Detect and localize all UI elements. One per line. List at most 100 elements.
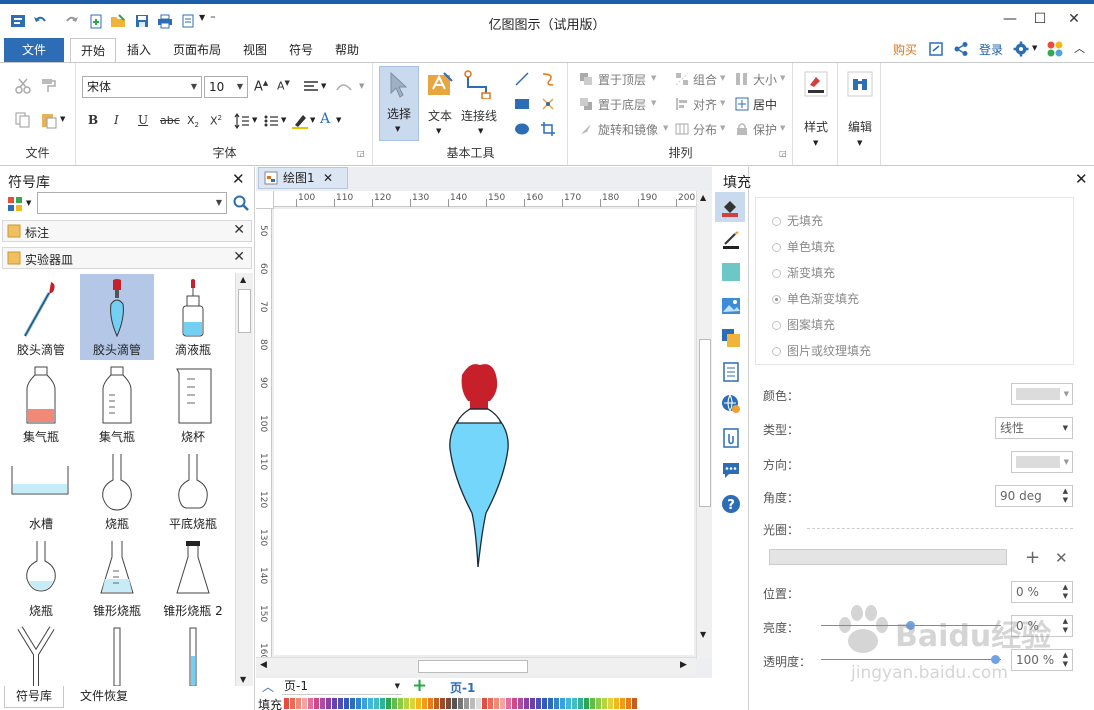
image-icon[interactable] [721,296,741,316]
color-swatch[interactable] [476,698,481,709]
close-category-button[interactable]: ✕ [233,249,245,265]
color-swatch[interactable] [620,698,625,709]
bring-front-button[interactable]: 置于顶层 [598,71,646,88]
paste-icon[interactable] [40,111,58,129]
close-document-button[interactable]: ✕ [323,168,333,188]
color-swatch[interactable] [296,698,301,709]
color-swatch[interactable] [548,698,553,709]
symbol-gas-bottle-1[interactable]: 集气瓶 [4,361,78,447]
connector-label[interactable]: 连接线 [461,107,497,124]
maximize-button[interactable]: ☐ [1030,11,1050,29]
font-name-select[interactable]: 宋体 ▼ [82,76,202,98]
tab-page-layout[interactable]: 页面布局 [163,38,231,62]
close-fill-panel-button[interactable]: ✕ [1075,170,1088,188]
color-swatch[interactable] [410,698,415,709]
strikethrough-button[interactable]: abc [160,114,180,127]
symbol-conical-flask-2[interactable]: 锥形烧瓶 2 [156,535,230,621]
help-icon[interactable]: ? [721,494,741,514]
color-swatch[interactable] [584,698,589,709]
color-swatch[interactable] [308,698,313,709]
symbol-flat-flask[interactable]: 平底烧瓶 [156,448,230,534]
text-dropdown-icon[interactable]: ▼ [436,127,441,135]
library-category-annotation[interactable]: 标注 ✕ [2,220,252,242]
symbol-water-trough[interactable]: 水槽 [4,448,78,534]
color-swatch[interactable] [374,698,379,709]
color-swatch[interactable] [302,698,307,709]
library-grid-icon[interactable] [7,196,23,212]
buy-link[interactable]: 购买 [893,41,917,58]
send-back-dropdown-icon[interactable]: ▼ [651,99,656,107]
brightness-spinner[interactable]: 0 % ▲ ▼ [1011,615,1073,637]
minimize-button[interactable]: — [1000,11,1020,29]
protect-button[interactable]: 保护 [753,121,777,138]
transparency-slider-handle[interactable] [991,655,1000,664]
text-tool-icon[interactable] [426,71,454,97]
hyperlink-icon[interactable] [721,394,741,414]
option-pattern-fill[interactable]: 图案填充 [772,316,835,333]
align-dropdown-icon[interactable]: ▼ [720,99,725,107]
color-swatch[interactable] [344,698,349,709]
color-swatch[interactable] [416,698,421,709]
canvas-horizontal-scrollbar[interactable]: ◀ ▶ [256,657,696,675]
color-swatch[interactable] [320,698,325,709]
color-swatch[interactable] [440,698,445,709]
symbol-dropping-bottle[interactable]: 滴液瓶 [156,274,230,360]
symbol-flask-liquid[interactable]: 烧瓶 [4,535,78,621]
color-swatch[interactable] [368,698,373,709]
bullet-dropdown-icon[interactable]: ▼ [281,116,286,124]
symbol-dropper-1[interactable]: 胶头滴管 [4,274,78,360]
rotate-mirror-button[interactable]: 旋转和镜像 [598,121,658,138]
color-swatch[interactable] [578,698,583,709]
scroll-down-icon[interactable]: ▼ [700,630,706,639]
color-swatch[interactable] [566,698,571,709]
scroll-left-icon[interactable]: ◀ [260,660,267,670]
connector-icon[interactable] [464,69,494,99]
font-dialog-launcher-icon[interactable]: ◲ [357,149,365,158]
edit-dropdown-icon[interactable]: ▼ [857,139,862,147]
distribute-button[interactable]: 分布 [693,121,717,138]
close-category-button[interactable]: ✕ [233,222,245,238]
color-swatch[interactable] [428,698,433,709]
protect-dropdown-icon[interactable]: ▼ [780,124,785,132]
align-dropdown-icon[interactable]: ▼ [321,82,326,90]
scroll-down-icon[interactable]: ▼ [240,675,246,684]
color-swatch[interactable] [500,698,505,709]
symbol-beaker[interactable]: 烧杯 [156,361,230,447]
center-button[interactable]: 居中 [753,96,777,113]
library-search-input[interactable]: ▼ [37,192,227,214]
superscript-button[interactable]: X2 [210,114,222,128]
size-button[interactable]: 大小 [753,71,777,88]
color-swatch[interactable] [386,698,391,709]
line-spacing-dropdown-icon[interactable]: ▼ [252,116,257,124]
close-library-button[interactable]: ✕ [232,170,245,188]
arc-tool-icon[interactable] [540,71,556,87]
color-swatch[interactable] [560,698,565,709]
color-swatch[interactable] [380,698,385,709]
search-icon[interactable] [233,195,249,211]
italic-button[interactable]: I [114,113,119,127]
attachment-icon[interactable] [721,428,741,448]
scroll-right-icon[interactable]: ▶ [680,660,687,670]
crop-tool-icon[interactable] [540,121,556,137]
dropper-shape[interactable] [448,363,512,567]
symbol-test-tube[interactable] [80,622,154,686]
binoculars-icon[interactable] [847,71,873,97]
point-tool-icon[interactable] [540,96,556,112]
color-swatch[interactable] [536,698,541,709]
color-swatch[interactable] [632,698,637,709]
tab-help[interactable]: 帮助 [325,38,369,62]
style-icon[interactable] [804,71,828,97]
tab-view[interactable]: 视图 [233,38,277,62]
color-swatch[interactable] [290,698,295,709]
color-swatch[interactable] [572,698,577,709]
transparency-slider[interactable] [821,659,1001,660]
share-icon[interactable] [953,41,969,57]
paste-dropdown-icon[interactable]: ▼ [60,115,65,123]
color-swatch[interactable] [524,698,529,709]
color-swatch[interactable] [482,698,487,709]
gear-icon[interactable] [1013,41,1029,57]
option-picture-fill[interactable]: 图片或纹理填充 [772,342,871,359]
symbol-flask[interactable]: 烧瓶 [80,448,154,534]
bold-button[interactable]: B [88,113,98,127]
color-swatch[interactable] [506,698,511,709]
